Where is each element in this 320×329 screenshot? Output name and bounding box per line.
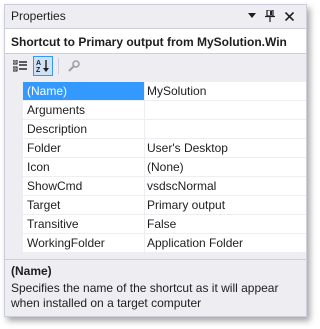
chevron-down-icon bbox=[248, 13, 256, 18]
window-position-button[interactable] bbox=[244, 8, 260, 24]
property-value[interactable]: MySolution bbox=[145, 82, 306, 101]
property-name[interactable]: ShowCmd bbox=[23, 177, 144, 196]
property-value[interactable] bbox=[145, 101, 306, 120]
window-title: Properties bbox=[11, 9, 66, 23]
property-row[interactable]: WorkingFolder Application Folder bbox=[5, 234, 306, 253]
description-title: (Name) bbox=[11, 264, 52, 278]
property-row[interactable]: Transitive False bbox=[5, 215, 306, 234]
close-button[interactable] bbox=[281, 8, 297, 24]
property-value[interactable]: (None) bbox=[145, 158, 306, 177]
property-name[interactable]: Transitive bbox=[23, 215, 144, 234]
auto-hide-button[interactable] bbox=[262, 8, 278, 24]
property-name[interactable]: Arguments bbox=[23, 101, 144, 120]
property-row[interactable]: Target Primary output bbox=[5, 196, 306, 215]
close-icon bbox=[284, 11, 294, 21]
property-name[interactable]: Folder bbox=[23, 139, 144, 158]
object-selector-text: Shortcut to Primary output from MySoluti… bbox=[11, 35, 287, 49]
property-value[interactable] bbox=[145, 120, 306, 139]
property-row[interactable]: Icon (None) bbox=[5, 158, 306, 177]
property-row[interactable]: Description bbox=[5, 120, 306, 139]
property-name[interactable]: WorkingFolder bbox=[23, 234, 144, 253]
property-value[interactable]: Application Folder bbox=[145, 234, 306, 253]
pin-icon bbox=[265, 10, 275, 22]
property-value[interactable]: False bbox=[145, 215, 306, 234]
description-text: Specifies the name of the shortcut as it… bbox=[11, 281, 279, 310]
property-name[interactable]: Icon bbox=[23, 158, 144, 177]
property-row[interactable]: ShowCmd vsdscNormal bbox=[5, 177, 306, 196]
property-name[interactable]: Description bbox=[23, 120, 144, 139]
alphabetical-icon: A Z bbox=[36, 60, 49, 73]
property-value[interactable]: vsdscNormal bbox=[145, 177, 306, 196]
toolbar-separator bbox=[58, 58, 59, 74]
property-pages-icon bbox=[67, 59, 80, 72]
property-name[interactable]: Target bbox=[23, 196, 144, 215]
property-grid: (Name) MySolution Arguments Description Fold… bbox=[5, 82, 306, 258]
svg-text:A: A bbox=[36, 60, 41, 67]
categorized-button[interactable] bbox=[10, 56, 30, 76]
properties-window: Properties Shortcut to Primary output fr… bbox=[4, 4, 307, 317]
property-value[interactable]: Primary output bbox=[145, 196, 306, 215]
property-row[interactable]: Folder User's Desktop bbox=[5, 139, 306, 158]
title-bar[interactable]: Properties bbox=[5, 5, 306, 28]
categorized-icon bbox=[13, 60, 27, 72]
properties-toolbar: A Z bbox=[5, 54, 306, 80]
property-row[interactable]: (Name) MySolution bbox=[5, 82, 306, 101]
property-row[interactable]: Arguments bbox=[5, 101, 306, 120]
object-selector[interactable]: Shortcut to Primary output from MySoluti… bbox=[5, 28, 306, 54]
property-name[interactable]: (Name) bbox=[23, 82, 144, 101]
alphabetical-button[interactable]: A Z bbox=[33, 56, 53, 76]
svg-text:Z: Z bbox=[36, 67, 41, 73]
property-pages-button[interactable] bbox=[63, 56, 83, 76]
property-value[interactable]: User's Desktop bbox=[145, 139, 306, 158]
description-pane: (Name) Specifies the name of the shortcu… bbox=[5, 259, 306, 316]
